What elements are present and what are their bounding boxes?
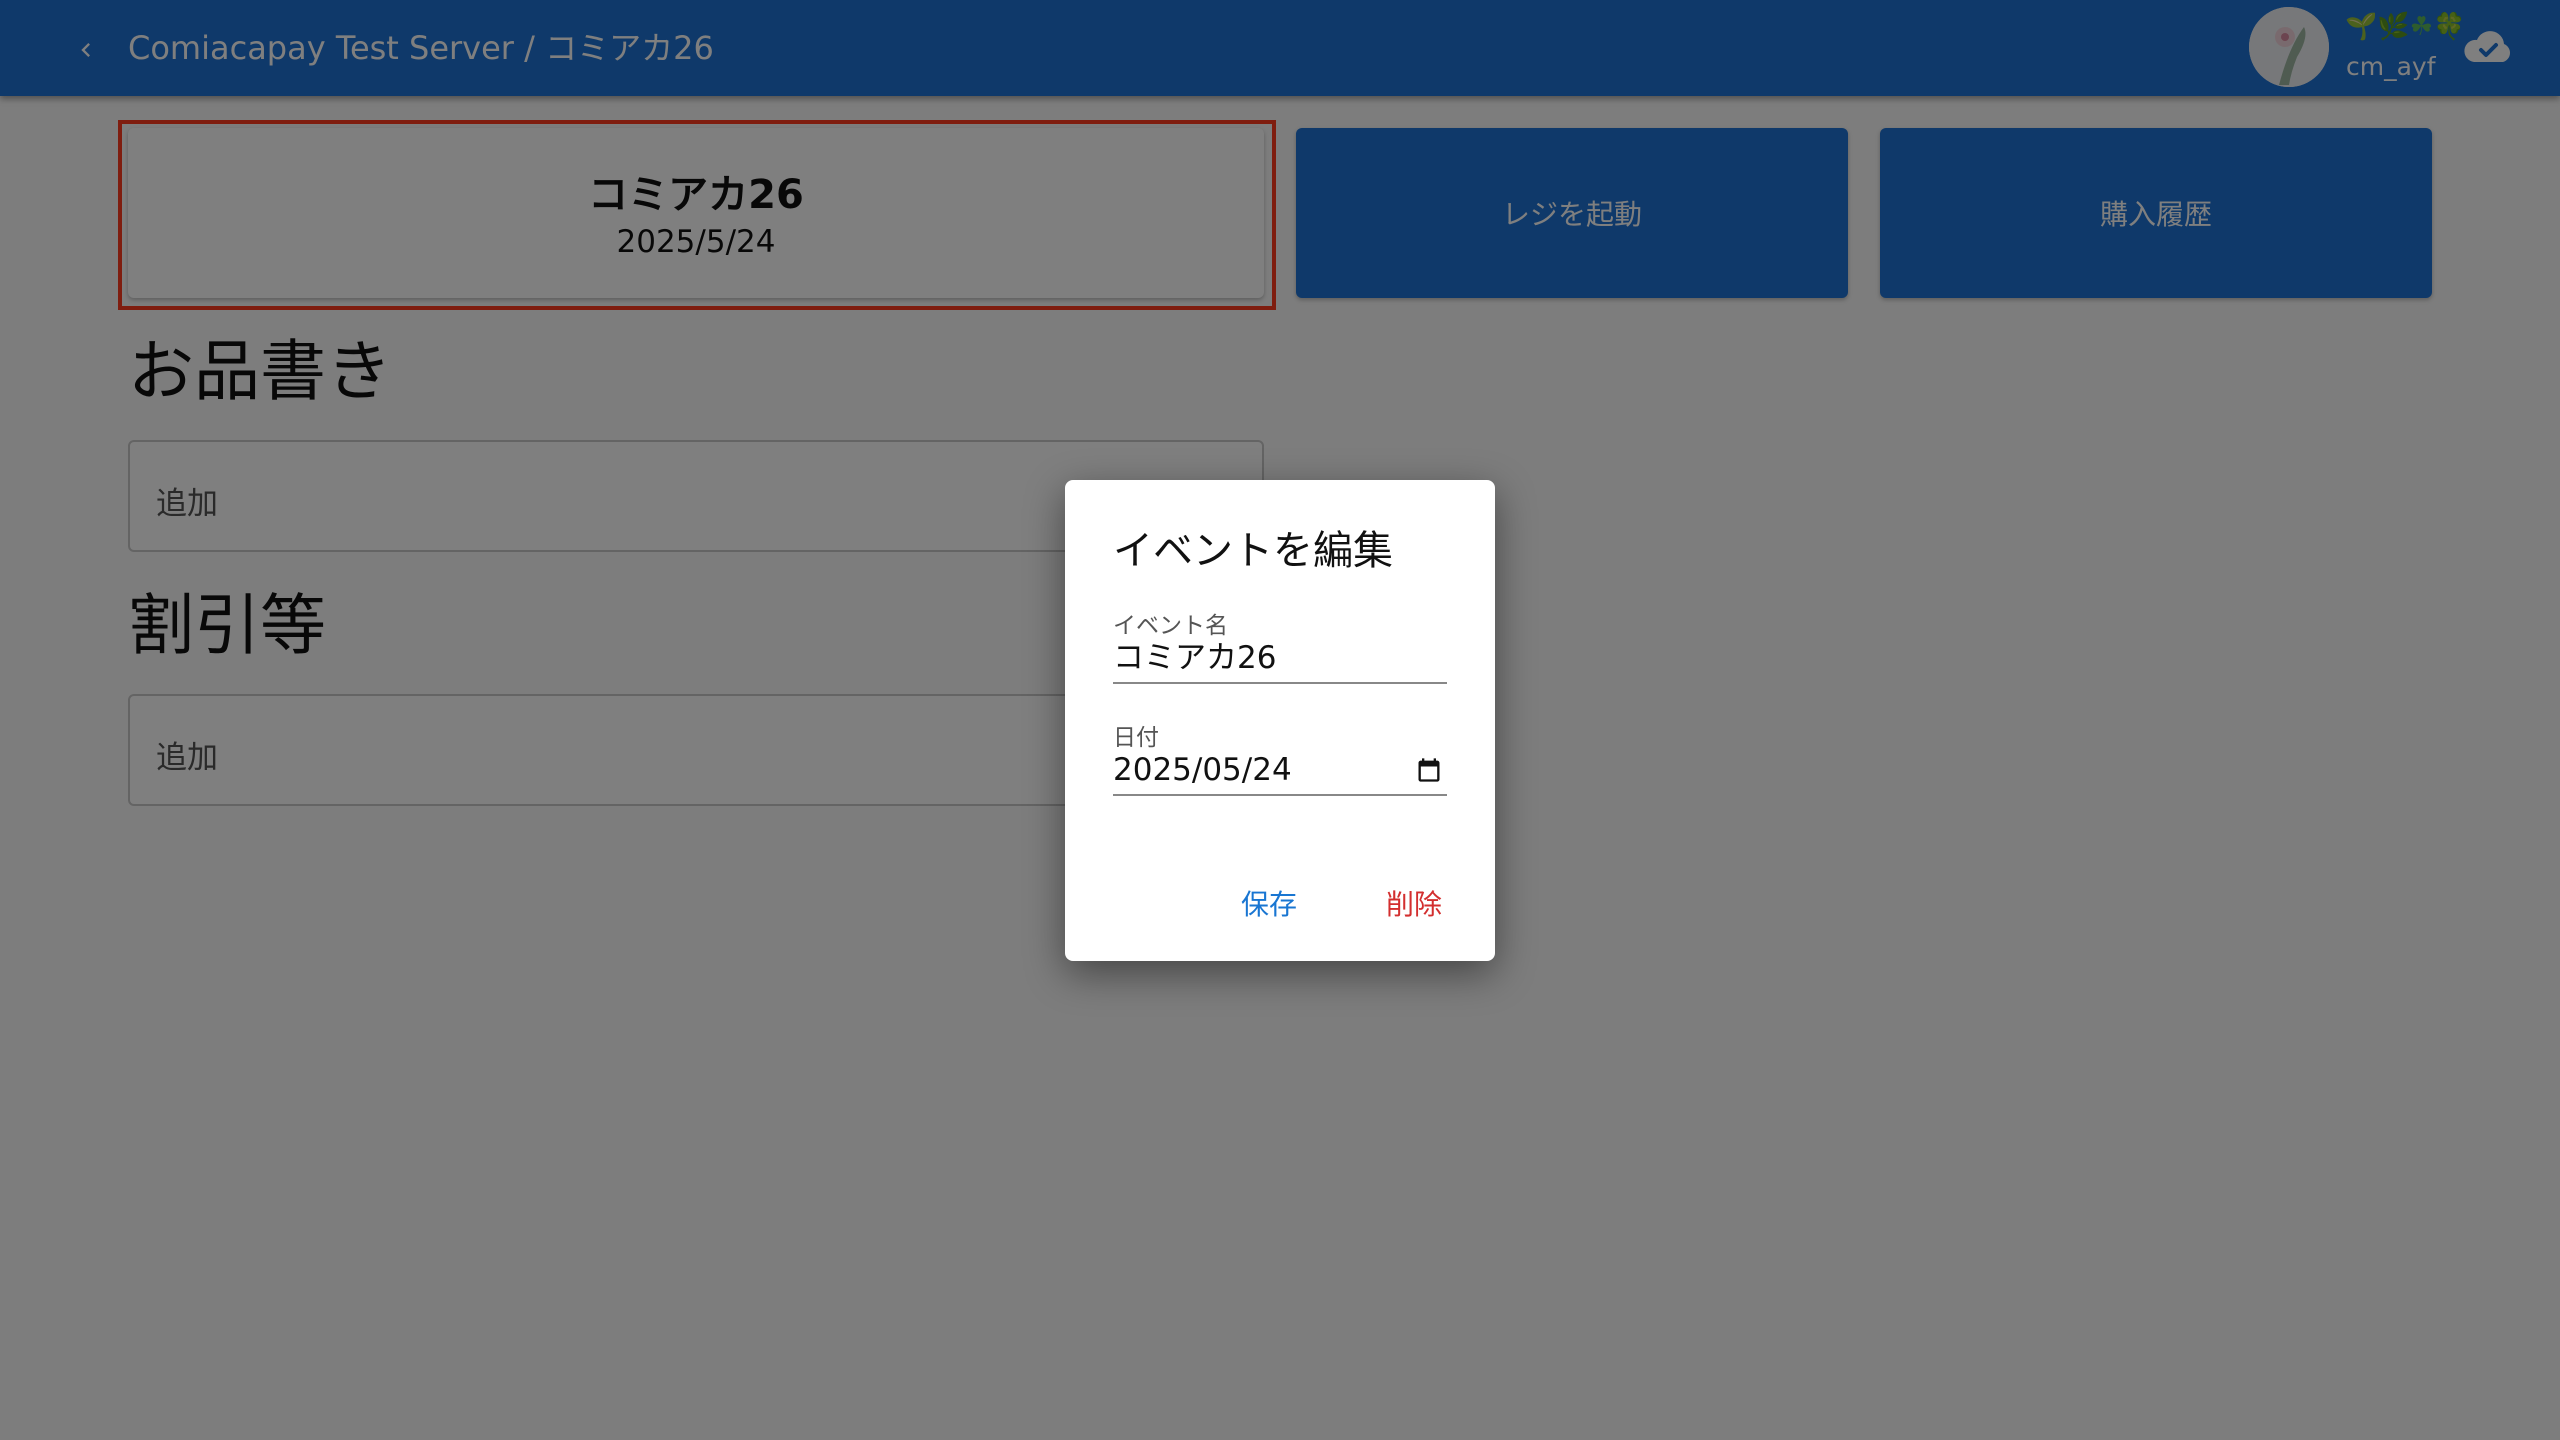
edit-event-dialog: イベントを編集 イベント名 コミアカ26 日付 2025/05/24 保存 削除 xyxy=(1065,480,1495,961)
save-button[interactable]: 保存 xyxy=(1241,882,1297,928)
dialog-title: イベントを編集 xyxy=(1113,528,1393,574)
calendar-icon[interactable] xyxy=(1415,756,1443,784)
event-name-input[interactable]: コミアカ26 xyxy=(1113,632,1447,684)
date-value: 2025/05/24 xyxy=(1113,752,1292,788)
delete-button[interactable]: 削除 xyxy=(1386,882,1442,928)
date-input[interactable]: 2025/05/24 xyxy=(1113,744,1447,796)
